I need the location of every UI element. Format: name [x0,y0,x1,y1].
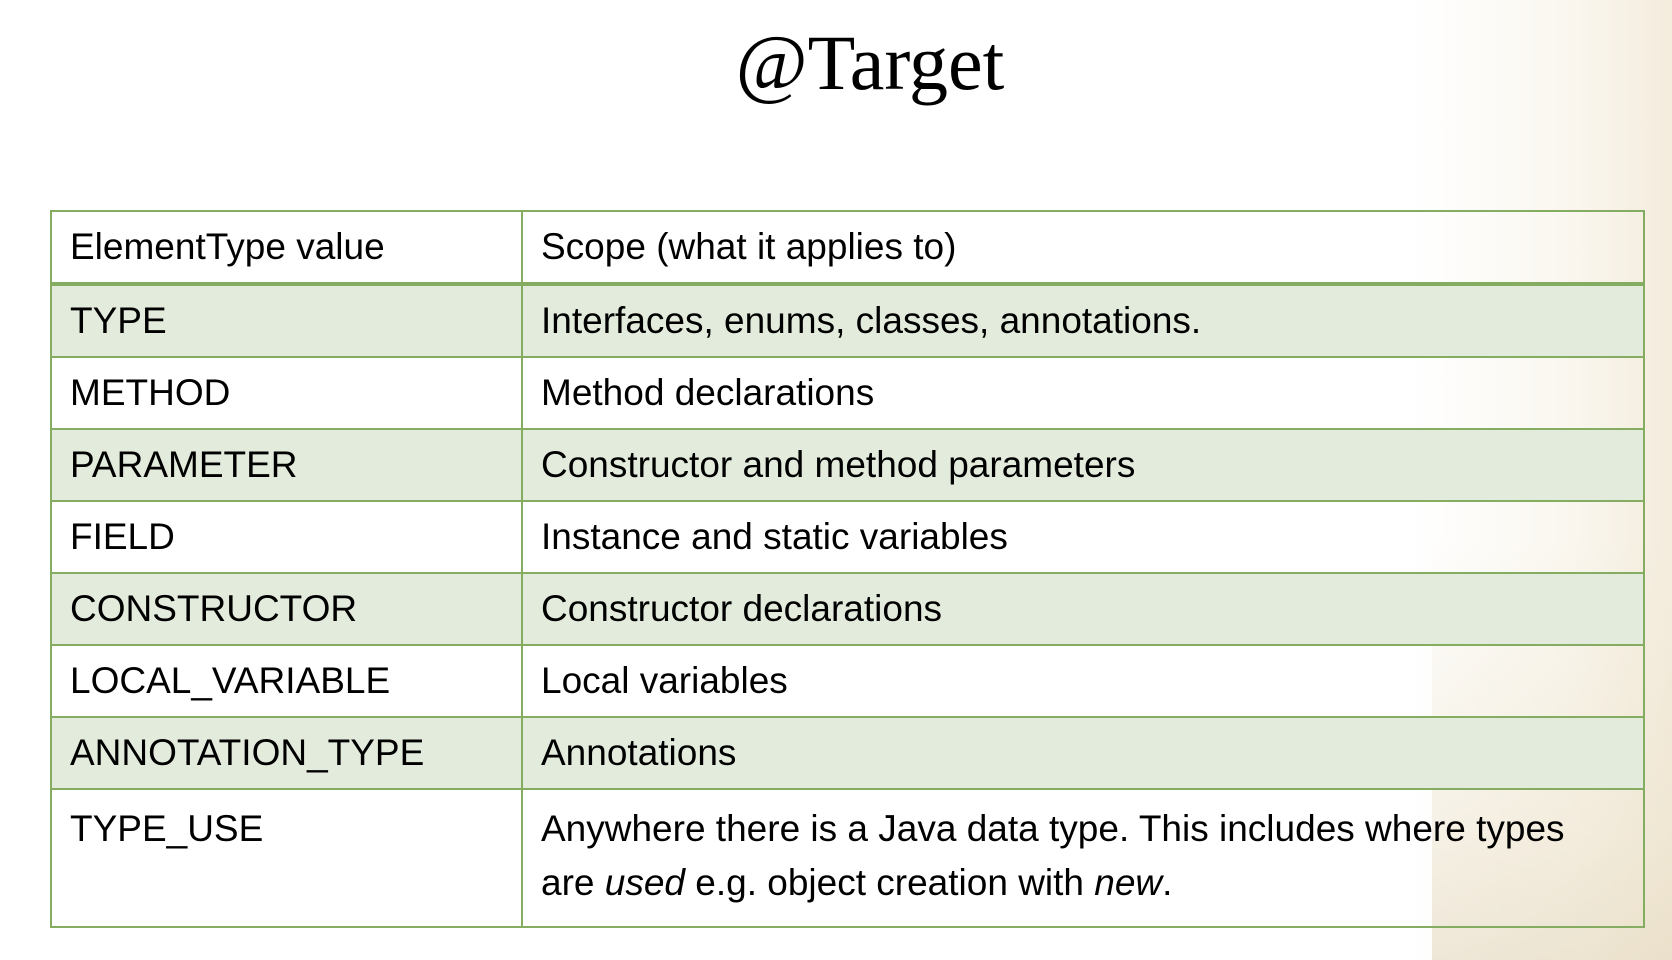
table-row: FIELD Instance and static variables [50,500,1645,574]
header-scope: Scope (what it applies to) [521,210,1645,286]
table-row: CONSTRUCTOR Constructor declarations [50,572,1645,646]
scope-cell: Interfaces, enums, classes, annotations. [521,283,1645,358]
element-type-table: ElementType value Scope (what it applies… [50,210,1645,928]
slide-title: @Target [735,19,1005,106]
table-header-row: ElementType value Scope (what it applies… [50,210,1645,286]
table-row: METHOD Method declarations [50,356,1645,430]
scope-text: . [1162,862,1173,903]
scope-cell: Instance and static variables [521,500,1645,574]
scope-cell: Constructor and method parameters [521,428,1645,502]
element-type-cell: TYPE_USE [50,788,523,928]
table-row: LOCAL_VARIABLE Local variables [50,644,1645,718]
scope-cell: Constructor declarations [521,572,1645,646]
table-row: TYPE_USE Anywhere there is a Java data t… [50,788,1645,928]
scope-emphasis-new: new [1094,862,1163,903]
element-type-cell: METHOD [50,356,523,430]
element-type-cell: LOCAL_VARIABLE [50,644,523,718]
table-row: ANNOTATION_TYPE Annotations [50,716,1645,790]
scope-text: e.g. object creation with [685,862,1095,903]
scope-cell: Local variables [521,644,1645,718]
element-type-cell: CONSTRUCTOR [50,572,523,646]
scope-cell: Annotations [521,716,1645,790]
scope-emphasis-used: used [604,862,685,903]
element-type-cell: ANNOTATION_TYPE [50,716,523,790]
table-row: PARAMETER Constructor and method paramet… [50,428,1645,502]
element-type-cell: TYPE [50,283,523,358]
scope-cell: Anywhere there is a Java data type. This… [521,788,1645,928]
header-element-type: ElementType value [50,210,523,286]
scope-cell: Method declarations [521,356,1645,430]
element-type-cell: FIELD [50,500,523,574]
element-type-cell: PARAMETER [50,428,523,502]
table-row: TYPE Interfaces, enums, classes, annotat… [50,283,1645,358]
